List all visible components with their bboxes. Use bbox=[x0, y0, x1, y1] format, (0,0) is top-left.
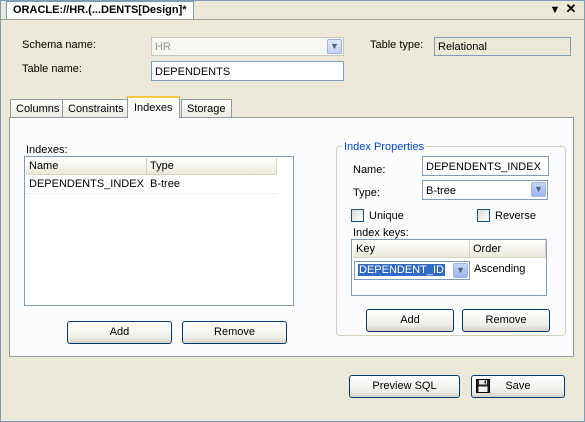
preview-sql-button[interactable]: Preview SQL bbox=[349, 375, 460, 398]
index-type-select[interactable]: B-tree ▼ bbox=[422, 180, 548, 200]
table-name-input[interactable]: DEPENDENTS bbox=[151, 61, 344, 81]
index-keys-label: Index keys: bbox=[353, 227, 409, 239]
indexes-table[interactable]: Name Type DEPENDENTS_INDEX B-tree bbox=[24, 156, 294, 306]
index-key-select[interactable]: DEPENDENT_ID ▼ bbox=[354, 261, 470, 280]
remove-index-button[interactable]: Remove bbox=[182, 321, 287, 344]
index-type-label: Type: bbox=[353, 187, 380, 199]
tab-storage[interactable]: Storage bbox=[181, 99, 232, 117]
chevron-down-icon[interactable]: ▼ bbox=[453, 263, 468, 278]
save-button[interactable]: Save bbox=[471, 375, 565, 398]
triangle-down-icon[interactable]: ▼ bbox=[548, 3, 562, 17]
unique-label: Unique bbox=[369, 210, 404, 222]
column-header-name[interactable]: Name bbox=[26, 158, 147, 175]
table-type-label: Table type: bbox=[370, 39, 424, 51]
column-header-key[interactable]: Key bbox=[353, 241, 470, 258]
add-index-button[interactable]: Add bbox=[67, 321, 172, 344]
index-properties-title: Index Properties bbox=[342, 141, 427, 153]
schema-name-select[interactable]: HR ▼ bbox=[151, 37, 344, 56]
tab-columns[interactable]: Columns bbox=[10, 99, 66, 117]
unique-checkbox[interactable] bbox=[351, 209, 364, 222]
index-name-input[interactable]: DEPENDENTS_INDEX bbox=[422, 156, 549, 176]
index-keys-table[interactable]: Key Order DEPENDENT_ID ▼ Ascending bbox=[351, 239, 547, 296]
column-header-order[interactable]: Order bbox=[470, 241, 546, 258]
schema-name-label: Schema name: bbox=[22, 39, 96, 51]
index-name-cell: DEPENDENTS_INDEX bbox=[29, 178, 144, 190]
remove-key-button[interactable]: Remove bbox=[462, 309, 550, 332]
indexes-label: Indexes: bbox=[26, 144, 68, 156]
floppy-disk-icon bbox=[476, 379, 490, 393]
index-type-value: B-tree bbox=[426, 185, 456, 197]
add-key-button[interactable]: Add bbox=[366, 309, 454, 332]
save-label: Save bbox=[505, 380, 531, 392]
index-type-cell: B-tree bbox=[150, 178, 180, 190]
close-icon[interactable]: ✕ bbox=[564, 2, 578, 16]
table-type-field: Relational bbox=[434, 37, 571, 56]
chevron-down-icon[interactable]: ▼ bbox=[531, 182, 546, 197]
reverse-label: Reverse bbox=[495, 210, 536, 222]
table-row[interactable]: DEPENDENTS_INDEX B-tree bbox=[26, 176, 277, 194]
column-header-type[interactable]: Type bbox=[147, 158, 277, 175]
table-name-label: Table name: bbox=[22, 63, 82, 75]
index-key-order-cell[interactable]: Ascending bbox=[471, 261, 546, 278]
editor-tab-title[interactable]: ORACLE://HR.(...DENTS[Design]* bbox=[6, 1, 194, 19]
schema-name-value: HR bbox=[155, 41, 171, 53]
tab-indexes[interactable]: Indexes bbox=[127, 96, 180, 118]
index-name-label: Name: bbox=[353, 164, 386, 176]
reverse-checkbox[interactable] bbox=[477, 209, 490, 222]
chevron-down-icon[interactable]: ▼ bbox=[327, 39, 342, 54]
tab-constraints[interactable]: Constraints bbox=[62, 99, 130, 117]
index-key-value: DEPENDENT_ID bbox=[358, 264, 445, 276]
